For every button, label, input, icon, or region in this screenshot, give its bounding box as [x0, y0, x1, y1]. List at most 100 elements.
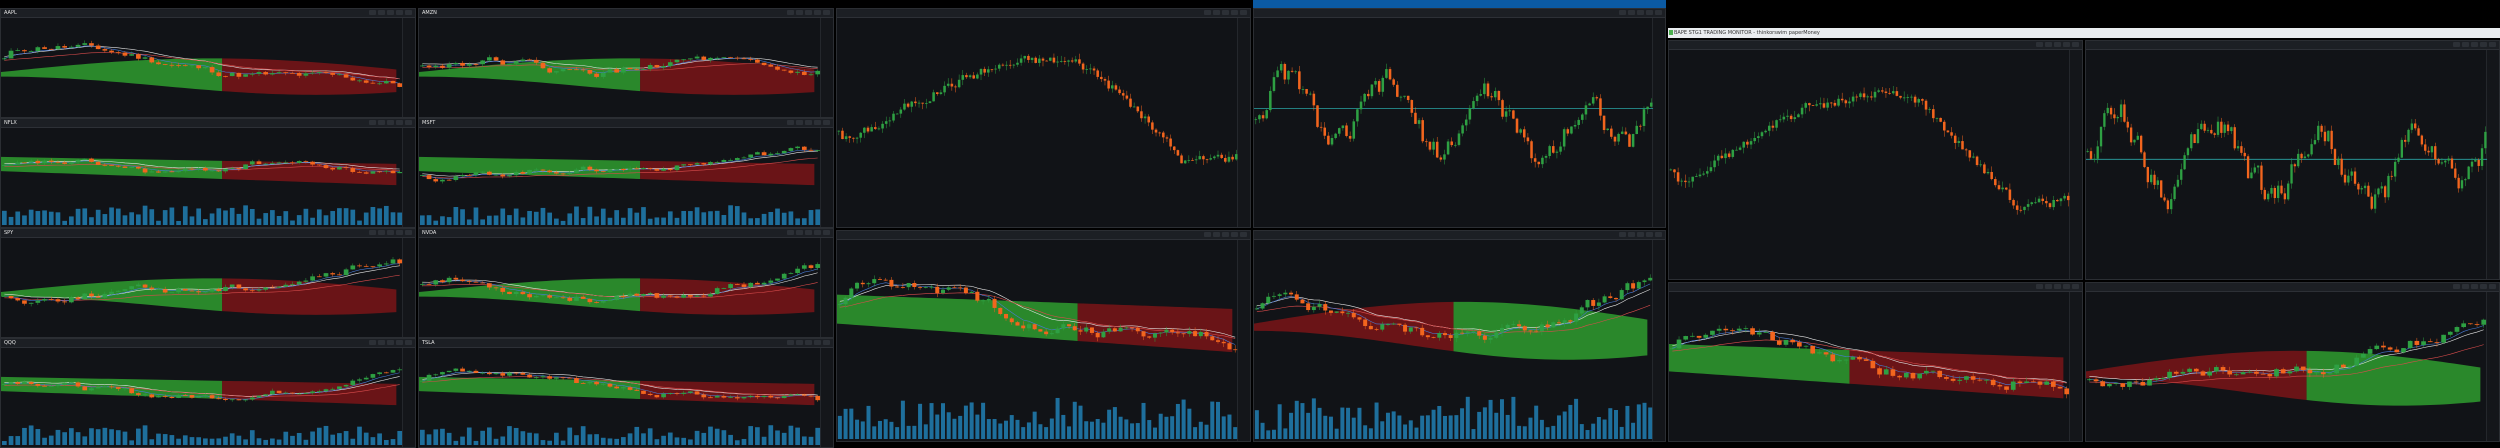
symbol-label[interactable]: AMZN — [422, 10, 437, 16]
chart-plot-area[interactable] — [837, 18, 1250, 227]
share-icon[interactable] — [2072, 284, 2079, 289]
chart-panel-nvda[interactable]: NVDA — [418, 228, 834, 338]
gear-icon[interactable] — [2036, 42, 2043, 47]
gear-icon[interactable] — [787, 120, 794, 125]
chart-panel-ichimoku-2[interactable] — [1253, 230, 1666, 442]
drawing-icon[interactable] — [805, 120, 812, 125]
share-icon[interactable] — [823, 10, 830, 15]
drawing-icon[interactable] — [1222, 232, 1229, 237]
chart-style-icon[interactable] — [2462, 284, 2469, 289]
chart-plot-area[interactable] — [419, 18, 833, 117]
gear-icon[interactable] — [369, 340, 376, 345]
chart-plot-area[interactable] — [419, 348, 833, 447]
share-icon[interactable] — [1655, 232, 1662, 237]
chart-plot-area[interactable] — [2086, 50, 2499, 279]
drawing-icon[interactable] — [387, 340, 394, 345]
chart-panel-amzn[interactable]: AMZN — [418, 8, 834, 118]
studies-icon[interactable] — [396, 230, 403, 235]
symbol-label[interactable]: NFLX — [4, 120, 17, 126]
chart-panel-ichimoku-4[interactable] — [2085, 282, 2500, 442]
chart-plot-area[interactable] — [1669, 50, 2082, 279]
chart-style-icon[interactable] — [1628, 10, 1635, 15]
chart-style-icon[interactable] — [796, 230, 803, 235]
window-titlebar[interactable]: BAPE STG1 TRADING MONITOR - thinkorswim … — [1668, 28, 2500, 38]
chart-style-icon[interactable] — [378, 230, 385, 235]
chart-panel-large-1[interactable] — [836, 8, 1251, 228]
chart-style-icon[interactable] — [796, 340, 803, 345]
gear-icon[interactable] — [369, 230, 376, 235]
drawing-icon[interactable] — [1222, 10, 1229, 15]
chart-style-icon[interactable] — [1628, 232, 1635, 237]
gear-icon[interactable] — [1204, 10, 1211, 15]
share-icon[interactable] — [823, 340, 830, 345]
drawing-icon[interactable] — [2471, 42, 2478, 47]
drawing-icon[interactable] — [2471, 284, 2478, 289]
gear-icon[interactable] — [2453, 284, 2460, 289]
chart-style-icon[interactable] — [2045, 284, 2052, 289]
symbol-label[interactable]: SPY — [4, 230, 13, 236]
studies-icon[interactable] — [2480, 42, 2487, 47]
chart-panel-spy[interactable]: SPY — [0, 228, 416, 338]
studies-icon[interactable] — [814, 120, 821, 125]
share-icon[interactable] — [405, 340, 412, 345]
chart-panel-large-2[interactable] — [1253, 8, 1666, 228]
chart-panel-tsla[interactable]: TSLA — [418, 338, 834, 448]
chart-plot-area[interactable] — [1, 128, 415, 227]
chart-panel-aapl[interactable]: AAPL — [0, 8, 416, 118]
chart-style-icon[interactable] — [1213, 232, 1220, 237]
chart-style-icon[interactable] — [378, 10, 385, 15]
chart-plot-area[interactable] — [1, 238, 415, 337]
chart-plot-area[interactable] — [2086, 292, 2499, 441]
share-icon[interactable] — [823, 230, 830, 235]
drawing-icon[interactable] — [1637, 232, 1644, 237]
drawing-icon[interactable] — [1637, 10, 1644, 15]
symbol-label[interactable]: AAPL — [4, 10, 17, 16]
share-icon[interactable] — [405, 10, 412, 15]
chart-style-icon[interactable] — [796, 10, 803, 15]
chart-plot-area[interactable] — [419, 238, 833, 337]
gear-icon[interactable] — [787, 10, 794, 15]
chart-panel-qqq[interactable]: QQQ — [0, 338, 416, 448]
drawing-icon[interactable] — [805, 230, 812, 235]
drawing-icon[interactable] — [387, 120, 394, 125]
studies-icon[interactable] — [1646, 232, 1653, 237]
drawing-icon[interactable] — [2054, 284, 2061, 289]
studies-icon[interactable] — [1231, 10, 1238, 15]
drawing-icon[interactable] — [387, 230, 394, 235]
chart-style-icon[interactable] — [2045, 42, 2052, 47]
gear-icon[interactable] — [787, 230, 794, 235]
studies-icon[interactable] — [396, 120, 403, 125]
chart-panel-nflx[interactable]: NFLX — [0, 118, 416, 228]
studies-icon[interactable] — [814, 230, 821, 235]
chart-plot-area[interactable] — [837, 240, 1250, 441]
chart-panel-ichimoku-1[interactable] — [836, 230, 1251, 442]
gear-icon[interactable] — [369, 10, 376, 15]
chart-style-icon[interactable] — [1213, 10, 1220, 15]
studies-icon[interactable] — [1231, 232, 1238, 237]
gear-icon[interactable] — [2453, 42, 2460, 47]
symbol-label[interactable]: NVDA — [422, 230, 436, 236]
gear-icon[interactable] — [1204, 232, 1211, 237]
chart-panel-msft[interactable]: MSFT — [418, 118, 834, 228]
studies-icon[interactable] — [2480, 284, 2487, 289]
chart-panel-large-4[interactable] — [2085, 40, 2500, 280]
symbol-label[interactable]: TSLA — [422, 340, 435, 346]
share-icon[interactable] — [1655, 10, 1662, 15]
symbol-label[interactable]: MSFT — [422, 120, 435, 126]
studies-icon[interactable] — [814, 340, 821, 345]
drawing-icon[interactable] — [2054, 42, 2061, 47]
chart-style-icon[interactable] — [378, 340, 385, 345]
gear-icon[interactable] — [1619, 232, 1626, 237]
chart-plot-area[interactable] — [1254, 240, 1665, 441]
chart-plot-area[interactable] — [1254, 18, 1665, 227]
chart-style-icon[interactable] — [2462, 42, 2469, 47]
share-icon[interactable] — [2489, 284, 2496, 289]
gear-icon[interactable] — [787, 340, 794, 345]
chart-style-icon[interactable] — [378, 120, 385, 125]
share-icon[interactable] — [2072, 42, 2079, 47]
chart-plot-area[interactable] — [1669, 292, 2082, 441]
chart-style-icon[interactable] — [796, 120, 803, 125]
symbol-label[interactable]: QQQ — [4, 340, 16, 346]
share-icon[interactable] — [1240, 232, 1247, 237]
studies-icon[interactable] — [2063, 42, 2070, 47]
